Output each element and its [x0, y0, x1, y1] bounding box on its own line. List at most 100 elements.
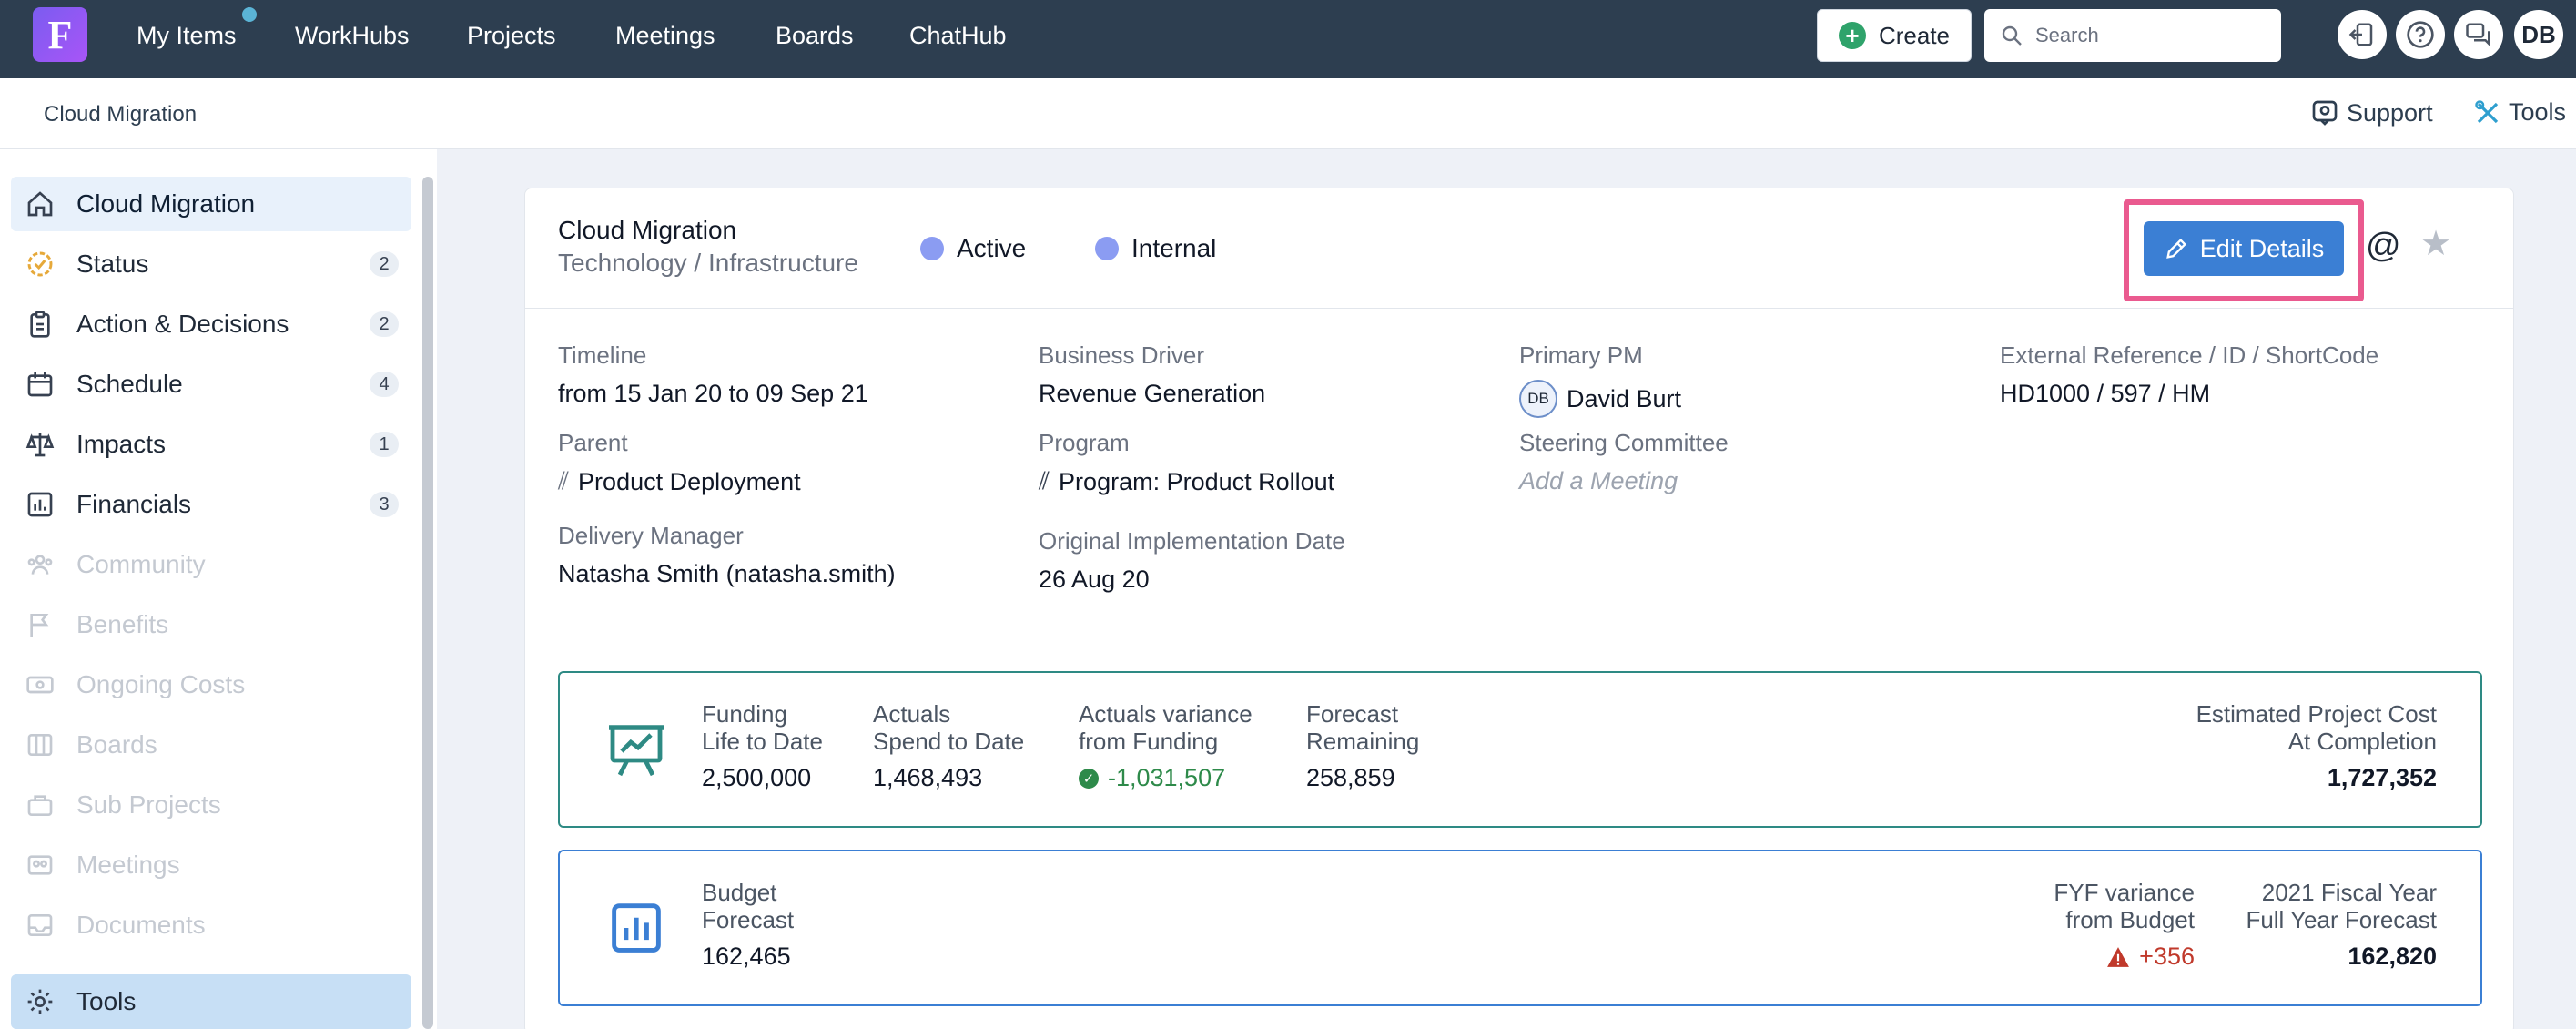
- parent-link[interactable]: ⫽ Product Deployment: [558, 467, 801, 496]
- support-icon: [2312, 100, 2338, 126]
- primary-pm-label: Primary PM: [1519, 341, 1643, 369]
- breadcrumb[interactable]: Cloud Migration: [44, 102, 197, 127]
- top-navigation: F My Items WorkHubs Projects Meetings Bo…: [0, 0, 2576, 78]
- funding-panel: Funding Life to Date 2,500,000 Actuals Spe…: [558, 671, 2482, 828]
- actuals-value: 1,468,493: [873, 764, 983, 791]
- visibility-pill[interactable]: Internal: [1095, 234, 1216, 263]
- app-logo[interactable]: F: [33, 7, 87, 62]
- estimated-cost-value: 1,727,352: [2327, 764, 2437, 791]
- delivery-manager-label: Delivery Manager: [558, 522, 744, 549]
- budget-panel: Budget Forecast 162,465 FYF variance from …: [558, 850, 2482, 1006]
- nav-meetings[interactable]: Meetings: [615, 20, 715, 51]
- impacts-count-badge: 1: [370, 432, 399, 457]
- visibility-dot-icon: [1095, 237, 1119, 260]
- actions-count-badge: 2: [370, 311, 399, 337]
- actuals-variance-label: Actuals variance from Funding: [1079, 700, 1253, 755]
- nav-workhubs[interactable]: WorkHubs: [295, 20, 410, 51]
- sub-header: Cloud Migration Support Tools: [0, 78, 2576, 149]
- presentation-chart-icon: [609, 725, 664, 777]
- help-icon[interactable]: [2396, 10, 2445, 59]
- bar-chart-icon: [612, 903, 661, 953]
- sidebar-item-tools[interactable]: Tools: [11, 974, 411, 1029]
- sidebar-item-boards[interactable]: Boards: [11, 718, 411, 772]
- plus-icon: +: [1838, 22, 1866, 49]
- budget-forecast-label: Budget Forecast: [702, 879, 795, 933]
- mention-icon[interactable]: @: [2366, 227, 2401, 266]
- schedule-count-badge: 4: [370, 372, 399, 397]
- sidebar-item-schedule[interactable]: Schedule 4: [11, 357, 411, 412]
- search-input[interactable]: [2035, 24, 2263, 47]
- search-icon: [2002, 25, 2022, 46]
- money-icon: [24, 668, 56, 701]
- sidebar-item-meetings[interactable]: Meetings: [11, 838, 411, 892]
- sidebar-item-cloud-migration[interactable]: Cloud Migration: [11, 177, 411, 231]
- sidebar-item-action-decisions[interactable]: Action & Decisions 2: [11, 297, 411, 351]
- nav-my-items[interactable]: My Items: [137, 20, 237, 51]
- fyf-variance-label: FYF variance from Budget: [2054, 879, 2195, 933]
- nav-boards[interactable]: Boards: [776, 20, 854, 51]
- estimated-cost-label: Estimated Project Cost At Completion: [2196, 700, 2437, 755]
- sidebar-item-community[interactable]: Community: [11, 537, 411, 592]
- delivery-manager-value: Natasha Smith (natasha.smith): [558, 560, 896, 587]
- edit-details-button[interactable]: Edit Details: [2144, 221, 2344, 276]
- budget-forecast-value: 162,465: [702, 942, 791, 970]
- star-icon[interactable]: ★: [2420, 223, 2451, 264]
- create-label: Create: [1878, 21, 1951, 49]
- timeline-label: Timeline: [558, 341, 647, 369]
- nav-projects[interactable]: Projects: [467, 20, 556, 51]
- financials-count-badge: 3: [370, 492, 399, 517]
- sidebar-item-documents[interactable]: Documents: [11, 898, 411, 953]
- business-driver-label: Business Driver: [1039, 341, 1205, 369]
- status-pill[interactable]: Active: [920, 234, 1026, 263]
- clipboard-icon: [24, 308, 56, 341]
- sidebar-item-benefits[interactable]: Benefits: [11, 597, 411, 652]
- status-count-badge: 2: [370, 251, 399, 277]
- project-category: Technology / Infrastructure: [558, 249, 858, 277]
- sidebar-scrollbar[interactable]: [422, 177, 433, 1029]
- warning-icon: [2107, 946, 2130, 967]
- check-circle-icon: ✓: [1079, 768, 1099, 789]
- chat-icon[interactable]: [2454, 10, 2503, 59]
- actuals-label: Actuals Spend to Date: [873, 700, 1025, 755]
- support-link[interactable]: Support: [2310, 98, 2433, 127]
- scale-icon: [24, 428, 56, 461]
- nav-chathub[interactable]: ChatHub: [909, 20, 1007, 51]
- sidebar-item-financials[interactable]: Financials 3: [11, 477, 411, 532]
- notification-dot: [240, 5, 259, 24]
- tools-icon: [2475, 99, 2499, 123]
- fiscal-year-forecast-label: 2021 Fiscal Year Full Year Forecast: [2246, 879, 2437, 933]
- sidebar-item-status[interactable]: Status 2: [11, 237, 411, 291]
- status-icon: [24, 248, 56, 280]
- pm-avatar: DB: [1519, 380, 1557, 418]
- external-reference-label: External Reference / ID / ShortCode: [2000, 341, 2379, 369]
- sidebar-item-impacts[interactable]: Impacts 1: [11, 417, 411, 472]
- steering-committee-label: Steering Committee: [1519, 429, 1729, 456]
- project-card: Cloud Migration Technology / Infrastruct…: [524, 188, 2514, 1029]
- status-dot-icon: [920, 237, 944, 260]
- funding-label: Funding Life to Date: [702, 700, 823, 755]
- forecast-remaining-label: Forecast Remaining: [1306, 700, 1420, 755]
- funding-value: 2,500,000: [702, 764, 812, 791]
- business-driver-value: Revenue Generation: [1039, 380, 1266, 407]
- primary-pm-value[interactable]: DB David Burt: [1519, 380, 1681, 418]
- user-avatar[interactable]: DB: [2514, 10, 2563, 59]
- forecast-remaining-value: 258,859: [1306, 764, 1395, 791]
- people-icon: [24, 548, 56, 581]
- sidebar: Cloud Migration Status 2 Action & Decisi…: [0, 149, 437, 1029]
- search-box[interactable]: [1984, 9, 2281, 62]
- sidebar-item-sub-projects[interactable]: Sub Projects: [11, 778, 411, 832]
- tools-link[interactable]: Tools: [2474, 98, 2566, 127]
- timeline-value: from 15 Jan 20 to 09 Sep 21: [558, 380, 868, 407]
- link-slash-icon: ⫽: [558, 467, 570, 494]
- home-icon: [24, 188, 56, 220]
- sidebar-item-ongoing-costs[interactable]: Ongoing Costs: [11, 657, 411, 712]
- columns-icon: [24, 728, 56, 761]
- program-link[interactable]: ⫽ Program: Product Rollout: [1039, 467, 1334, 496]
- briefcase-icon: [24, 789, 56, 821]
- inbox-icon: [24, 909, 56, 942]
- add-meeting-link[interactable]: Add a Meeting: [1519, 467, 1678, 495]
- create-button[interactable]: + Create: [1817, 9, 1972, 62]
- group-icon: [24, 849, 56, 881]
- link-slash-icon: ⫽: [1039, 467, 1050, 494]
- sign-out-icon[interactable]: [2338, 10, 2387, 59]
